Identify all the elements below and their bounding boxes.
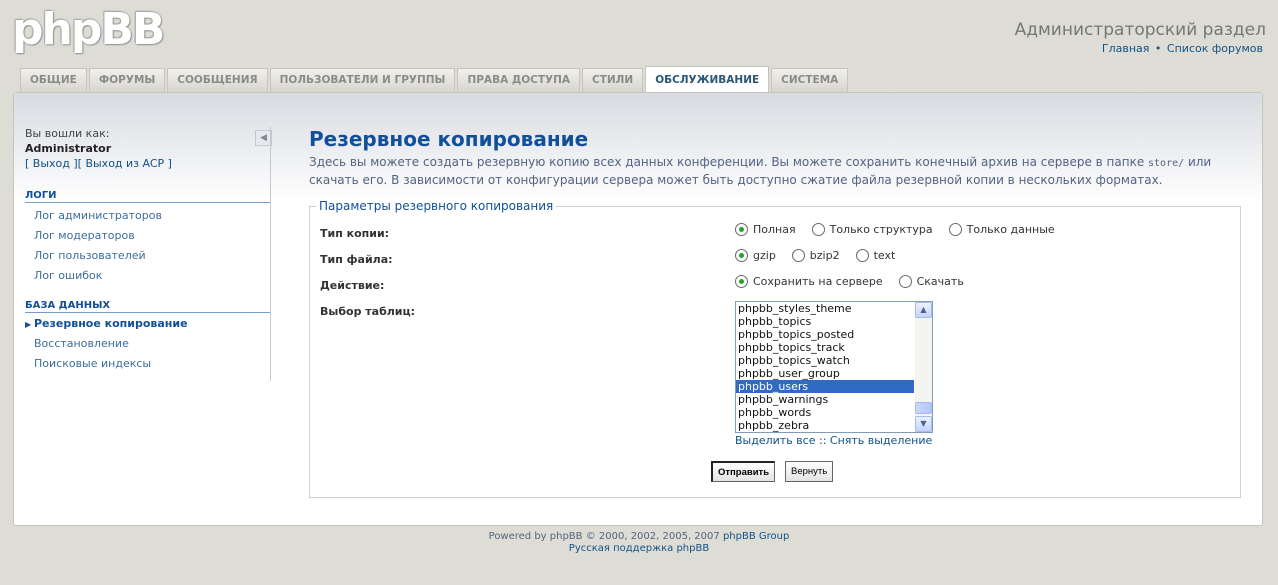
radio-action-store[interactable]: Сохранить на сервере: [735, 275, 883, 288]
acp-title: Администраторский раздел: [1014, 20, 1266, 40]
radio-label: Только данные: [966, 223, 1055, 236]
select-separator: ::: [818, 434, 827, 447]
sidebar-section-logs: ЛОГИ: [25, 190, 271, 203]
forum-list-link[interactable]: Список форумов: [1167, 42, 1263, 55]
footer-copyright: Powered by phpBB © 2000, 2002, 2005, 200…: [0, 531, 1278, 543]
link-separator: •: [1154, 42, 1162, 55]
submit-button[interactable]: Отправить: [711, 461, 776, 482]
list-item[interactable]: phpbb_topics_posted: [736, 328, 914, 341]
list-item[interactable]: phpbb_topics: [736, 315, 914, 328]
tab-users-groups[interactable]: ПОЛЬЗОВАТЕЛИ И ГРУППЫ: [269, 68, 456, 92]
top-links: Главная • Список форумов: [1102, 42, 1263, 55]
content-panel: Вы вошли как: Administrator [ Выход ][ В…: [13, 92, 1263, 526]
backup-type-label: Тип копии:: [320, 227, 390, 240]
backup-type-options: Полная Только структура Только данные: [735, 223, 1071, 236]
list-item[interactable]: phpbb_styles_theme: [736, 302, 914, 315]
sidebar-item-admin-log[interactable]: Лог администраторов: [25, 206, 271, 226]
desc-text-1: Здесь вы можете создать резервную копию …: [309, 155, 1149, 169]
action-label: Действие:: [320, 279, 385, 292]
login-username: Administrator: [25, 142, 112, 155]
list-item-selected[interactable]: phpbb_users: [736, 380, 914, 393]
radio-backup-data[interactable]: Только данные: [948, 223, 1055, 236]
list-item[interactable]: phpbb_user_group: [736, 367, 914, 380]
list-item[interactable]: phpbb_zebra: [736, 419, 914, 432]
main-tabs: ОБЩИЕ ФОРУМЫ СООБЩЕНИЯ ПОЛЬЗОВАТЕЛИ И ГР…: [20, 66, 850, 92]
logout-link[interactable]: Выход: [33, 157, 70, 170]
fieldset-legend: Параметры резервного копирования: [316, 199, 557, 213]
sidebar-divider: [270, 127, 271, 381]
page-title: Резервное копирование: [309, 127, 589, 151]
main-content: Резервное копирование Здесь вы можете со…: [309, 127, 1249, 189]
radio-action-download[interactable]: Скачать: [898, 275, 964, 288]
logout-links: [ Выход ][ Выход из ACP ]: [25, 157, 172, 170]
tab-posting[interactable]: СООБЩЕНИЯ: [167, 68, 268, 92]
radio-file-bzip2[interactable]: bzip2: [791, 249, 840, 262]
tab-styles[interactable]: СТИЛИ: [582, 68, 644, 92]
active-arrow-icon: ▶: [25, 320, 32, 329]
tab-maintenance[interactable]: ОБСЛУЖИВАНИЕ: [645, 66, 770, 92]
table-select-listbox[interactable]: phpbb_styles_theme phpbb_topics phpbb_to…: [735, 301, 933, 433]
russian-support-link[interactable]: Русская поддержка phpBB: [0, 543, 1278, 555]
radio-label: bzip2: [809, 249, 840, 262]
radio-label: Сохранить на сервере: [753, 275, 883, 288]
footer: Powered by phpBB © 2000, 2002, 2005, 200…: [0, 531, 1278, 555]
radio-button-icon[interactable]: [948, 223, 962, 236]
select-links: Выделить все :: Снять выделение: [735, 434, 932, 447]
action-options: Сохранить на сервере Скачать: [735, 275, 980, 288]
listbox-scrollbar[interactable]: ▲ ▼: [915, 302, 932, 432]
tab-forums[interactable]: ФОРУМЫ: [88, 68, 166, 92]
file-type-options: gzip bzip2 text: [735, 249, 911, 262]
radio-backup-full[interactable]: Полная: [735, 223, 796, 236]
tab-permissions[interactable]: ПРАВА ДОСТУПА: [457, 68, 581, 92]
sidebar-item-backup[interactable]: ▶ Резервное копирование: [25, 314, 271, 334]
select-all-link[interactable]: Выделить все: [735, 434, 815, 447]
sidebar: Вы вошли как: Administrator [ Выход ][ В…: [25, 127, 271, 374]
page-description: Здесь вы можете создать резервную копию …: [309, 154, 1249, 189]
radio-label: Полная: [753, 223, 796, 236]
phpbb-logo[interactable]: phpBB: [12, 4, 165, 55]
radio-file-gzip[interactable]: gzip: [735, 249, 776, 262]
tab-general[interactable]: ОБЩИЕ: [20, 68, 87, 92]
tab-system[interactable]: СИСТЕМА: [771, 68, 849, 92]
sidebar-item-restore[interactable]: Восстановление: [25, 334, 271, 354]
sidebar-item-mod-log[interactable]: Лог модераторов: [25, 226, 271, 246]
list-item[interactable]: phpbb_warnings: [736, 393, 914, 406]
radio-button-icon[interactable]: [811, 223, 825, 236]
radio-button-icon[interactable]: [735, 249, 748, 262]
phpbb-group-link[interactable]: phpBB Group: [723, 531, 789, 542]
home-link[interactable]: Главная: [1102, 42, 1150, 55]
radio-label: Только структура: [829, 223, 933, 236]
sidebar-item-user-log[interactable]: Лог пользователей: [25, 246, 271, 266]
table-select-label: Выбор таблиц:: [320, 305, 416, 318]
footer-powered-text: Powered by phpBB © 2000, 2002, 2005, 200…: [488, 531, 720, 542]
deselect-link[interactable]: Снять выделение: [830, 434, 932, 447]
login-label: Вы вошли как:: [25, 127, 110, 140]
acp-logout-link[interactable]: Выход из ACP: [85, 157, 164, 170]
scroll-down-icon[interactable]: ▼: [915, 416, 932, 432]
scroll-thumb[interactable]: [915, 402, 932, 414]
file-type-label: Тип файла:: [320, 253, 393, 266]
reset-button[interactable]: Вернуть: [785, 461, 834, 482]
radio-backup-structure[interactable]: Только структура: [811, 223, 933, 236]
sidebar-item-error-log[interactable]: Лог ошибок: [25, 266, 271, 286]
radio-label: text: [873, 249, 896, 262]
radio-label: Скачать: [916, 275, 964, 288]
radio-button-icon[interactable]: [791, 249, 805, 262]
list-item[interactable]: phpbb_words: [736, 406, 914, 419]
scroll-up-icon[interactable]: ▲: [915, 302, 932, 318]
radio-button-icon[interactable]: [735, 275, 748, 288]
sidebar-item-backup-label: Резервное копирование: [34, 317, 188, 330]
list-item[interactable]: phpbb_topics_watch: [736, 354, 914, 367]
list-item[interactable]: phpbb_topics_track: [736, 341, 914, 354]
desc-store-path: store/: [1148, 158, 1185, 169]
radio-file-text[interactable]: text: [855, 249, 896, 262]
sidebar-item-search-index[interactable]: Поисковые индексы: [25, 354, 271, 374]
radio-label: gzip: [753, 249, 776, 262]
radio-button-icon[interactable]: [855, 249, 869, 262]
radio-button-icon[interactable]: [735, 223, 748, 236]
backup-options-fieldset: Параметры резервного копирования Тип коп…: [309, 199, 1241, 498]
sidebar-section-database: БАЗА ДАННЫХ: [25, 300, 271, 313]
radio-button-icon[interactable]: [898, 275, 912, 288]
